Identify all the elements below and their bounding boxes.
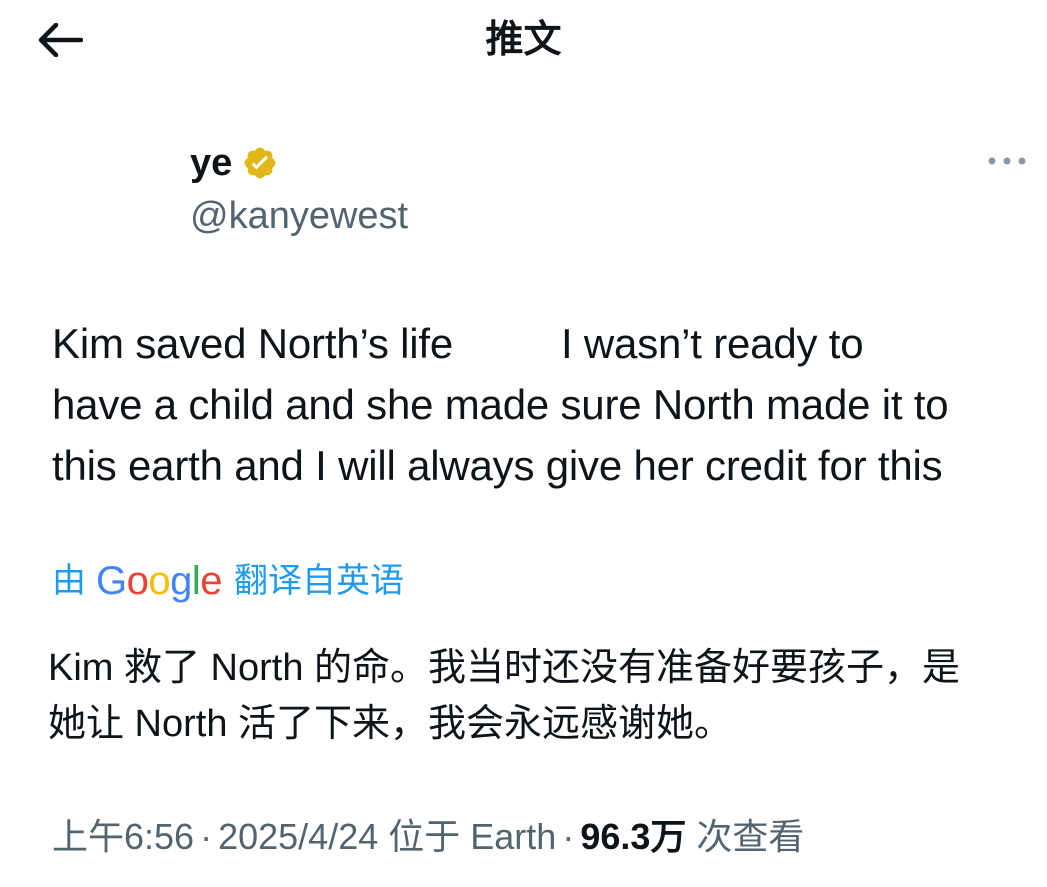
tweet-meta: 上午6:56 · 2025/4/24 位于 Earth · 96.3万 次查看 — [52, 810, 804, 864]
views-label: 次查看 — [696, 816, 805, 857]
tweet-line: have a child and she made sure North mad… — [52, 381, 949, 428]
display-name-row: ye — [190, 140, 790, 186]
tweet-date[interactable]: 2025/4/24 — [218, 816, 378, 857]
top-bar: 推文 — [0, 0, 1047, 86]
tweet-text: Kim saved North’s life I wasn’t ready to … — [52, 313, 1042, 496]
tweet-time[interactable]: 上午6:56 — [52, 816, 194, 857]
verified-badge-icon[interactable] — [242, 145, 278, 181]
handle[interactable]: @kanyewest — [190, 194, 790, 238]
translate-by-label: 由 — [52, 562, 86, 600]
tweet-line-part: Kim saved North’s life — [52, 320, 453, 367]
tweet-line: Kim saved North’s life I wasn’t ready to — [52, 313, 1042, 374]
translated-text: Kim 救了 North 的命。我当时还没有准备好要孩子，是 她让 North … — [48, 640, 1038, 752]
author-block: ye @kanyewest — [190, 140, 790, 240]
google-logo: Google — [96, 559, 223, 603]
tweet-location: 位于 Earth — [388, 816, 557, 857]
more-horizontal-icon — [988, 157, 1026, 165]
meta-separator: · — [562, 816, 575, 857]
translated-line: 她让 North 活了下来，我会永远感谢她。 — [48, 703, 733, 745]
page-title: 推文 — [485, 19, 562, 61]
display-name[interactable]: ye — [190, 140, 232, 186]
translated-line: Kim 救了 North 的命。我当时还没有准备好要孩子，是 — [48, 647, 961, 689]
tweet-line: this earth and I will always give her cr… — [52, 442, 943, 489]
more-button[interactable] — [985, 146, 1029, 176]
translate-attribution[interactable]: 由 Google 翻译自英语 — [52, 556, 404, 606]
translate-from-label: 翻译自英语 — [234, 562, 405, 600]
meta-separator: · — [200, 816, 213, 857]
tweet-line-part: I wasn’t ready to — [560, 320, 864, 367]
views-count[interactable]: 96.3万 — [580, 816, 686, 857]
